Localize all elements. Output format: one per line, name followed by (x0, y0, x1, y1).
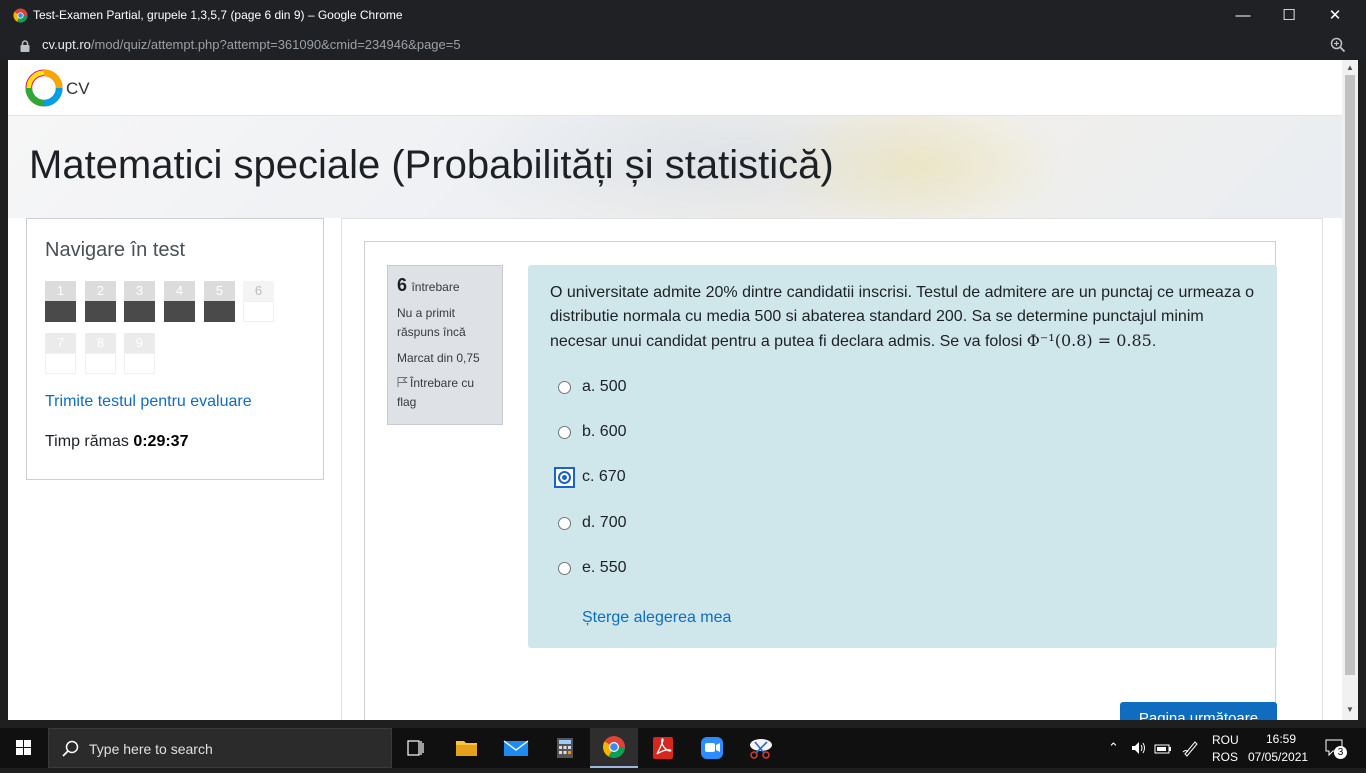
next-page-button[interactable]: Pagina următoare (1120, 702, 1277, 720)
answer-radio[interactable] (558, 562, 571, 575)
question-number-label: întrebare (411, 280, 460, 294)
site-navbar: CV (8, 60, 1342, 116)
quiz-nav-question-1[interactable]: 1 (45, 281, 76, 322)
question-number: 6 (397, 275, 408, 295)
answer-label[interactable]: d. 700 (582, 514, 626, 532)
quiz-nav-question-2[interactable]: 2 (85, 281, 116, 322)
flag-question-toggle[interactable]: Întrebare cu flag (397, 374, 493, 412)
answer-radio[interactable] (558, 517, 571, 530)
close-button[interactable]: ✕ (1312, 0, 1358, 31)
chrome-icon (603, 736, 625, 758)
taskbar-acrobat[interactable] (639, 728, 687, 768)
lock-icon (20, 40, 30, 52)
start-button[interactable] (0, 728, 48, 768)
question-mark: Marcat din 0,75 (397, 351, 480, 365)
quiz-nav-question-3[interactable]: 3 (124, 281, 155, 322)
time-remaining: Timp rămas 0:29:37 (45, 433, 188, 451)
taskbar-snipping-tool[interactable] (737, 728, 785, 768)
quiz-nav-question-4[interactable]: 4 (164, 281, 195, 322)
system-tray: ⌃ ROU ROS 16:59 07/05/2021 3 (1104, 728, 1366, 768)
task-view-icon (407, 740, 424, 756)
site-name[interactable]: CV (66, 79, 90, 99)
pen-icon[interactable] (1182, 739, 1200, 757)
clear-choice-link[interactable]: Șterge alegerea mea (582, 609, 731, 627)
clock-time[interactable]: 16:59 (1266, 732, 1296, 746)
taskbar-search-box[interactable]: Type here to search (48, 728, 392, 768)
question-info: 6 întrebare Nu a primit răspuns încă Mar… (387, 265, 503, 425)
zoom-icon[interactable] (1330, 37, 1346, 53)
scroll-down-icon[interactable]: ▼ (1346, 705, 1354, 714)
chevron-up-icon[interactable]: ⌃ (1108, 740, 1119, 756)
quiz-nav-question-7[interactable]: 7 (45, 333, 76, 374)
answer-radio[interactable] (558, 426, 571, 439)
answer-label[interactable]: a. 500 (582, 378, 626, 396)
quiz-nav-question-9[interactable]: 9 (124, 333, 155, 374)
taskbar-file-explorer[interactable] (443, 728, 491, 768)
site-logo-icon[interactable] (25, 69, 63, 107)
zoom-app-icon (701, 737, 723, 759)
keyboard-layout-top[interactable]: ROU (1212, 733, 1239, 747)
page-title: Matematici speciale (Probabilități și st… (29, 143, 834, 187)
page-scrollbar[interactable]: ▲ ▼ (1342, 60, 1358, 720)
chrome-icon (13, 8, 28, 23)
question-status: Nu a primit răspuns încă (397, 306, 466, 339)
taskbar-chrome[interactable] (590, 728, 638, 768)
task-view-button[interactable] (392, 728, 440, 768)
search-icon (62, 740, 79, 757)
answer-label[interactable]: e. 550 (582, 559, 626, 577)
maximize-button[interactable]: ☐ (1266, 0, 1312, 31)
minimize-button[interactable]: — (1220, 0, 1266, 31)
quiz-nav-question-8[interactable]: 8 (85, 333, 116, 374)
answer-radio-selected[interactable] (558, 471, 571, 484)
taskbar-zoom[interactable] (688, 728, 736, 768)
keyboard-layout-bottom[interactable]: ROS (1212, 750, 1238, 764)
flag-label: Întrebare cu flag (397, 376, 475, 409)
answer-label[interactable]: c. 670 (582, 468, 626, 486)
battery-icon[interactable] (1154, 741, 1172, 755)
scroll-up-icon[interactable]: ▲ (1346, 63, 1354, 72)
browser-title-bar: Test-Examen Partial, grupele 1,3,5,7 (pa… (0, 0, 1366, 31)
folder-icon (456, 741, 477, 756)
quiz-navigation-block: Navigare în test 1 2 3 4 5 6 7 8 9 Trimi… (26, 218, 324, 480)
answer-radio[interactable] (558, 381, 571, 394)
search-placeholder[interactable]: Type here to search (89, 741, 213, 757)
clock-date[interactable]: 07/05/2021 (1248, 750, 1308, 764)
question-content: O universitate admite 20% dintre candida… (528, 265, 1277, 648)
page-viewport: CV Matematici speciale (Probabilități și… (8, 60, 1342, 720)
scissors-icon (750, 739, 772, 759)
taskbar-mail[interactable] (492, 728, 540, 768)
taskbar-calculator[interactable] (541, 728, 589, 768)
submit-test-link[interactable]: Trimite testul pentru evaluare (45, 393, 252, 411)
scrollbar-thumb[interactable] (1345, 75, 1355, 675)
question-formula: Φ⁻¹(0.8) = 0.85 (1026, 331, 1152, 350)
pdf-icon (653, 737, 673, 759)
window-title: Test-Examen Partial, grupele 1,3,5,7 (pa… (33, 8, 403, 22)
page-header: Matematici speciale (Probabilități și st… (8, 116, 1342, 218)
notifications-count: 3 (1334, 746, 1347, 759)
windows-taskbar: Type here to search ⌃ ROU ROS 16:59 07/0… (0, 728, 1366, 768)
address-bar[interactable]: cv.upt.ro/mod/quiz/attempt.php?attempt=3… (0, 31, 1366, 60)
question-text: O universitate admite 20% dintre candida… (550, 284, 1255, 350)
answer-label[interactable]: b. 600 (582, 423, 626, 441)
quiz-navigation-title: Navigare în test (45, 239, 186, 261)
windows-icon (16, 740, 31, 755)
volume-icon[interactable] (1130, 740, 1148, 756)
quiz-nav-question-6[interactable]: 6 (243, 281, 274, 322)
timer-value: 0:29:37 (133, 433, 189, 450)
mail-icon (503, 740, 529, 756)
timer-label: Timp rămas (45, 433, 129, 450)
flag-icon (397, 377, 408, 387)
quiz-nav-question-5[interactable]: 5 (204, 281, 235, 322)
calculator-icon (557, 738, 573, 758)
url-text[interactable]: cv.upt.ro/mod/quiz/attempt.php?attempt=3… (42, 37, 461, 52)
